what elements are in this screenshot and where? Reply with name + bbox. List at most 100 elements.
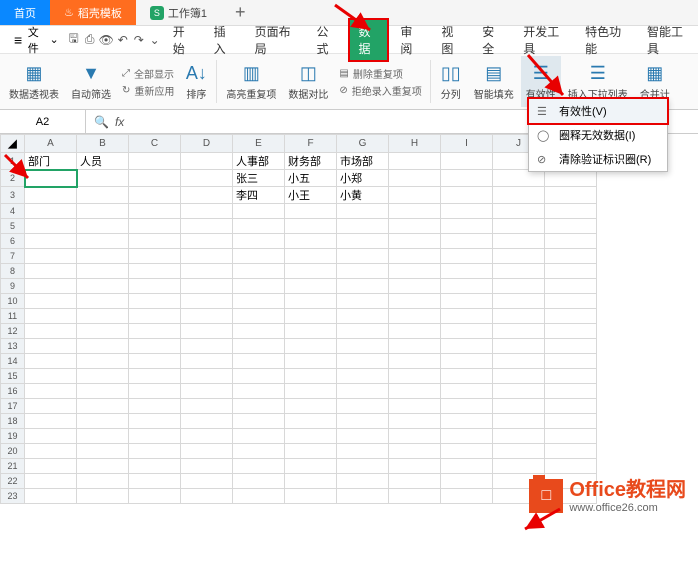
row-header[interactable]: 7 [1, 249, 25, 264]
cell[interactable] [285, 489, 337, 504]
cell[interactable] [285, 414, 337, 429]
cell[interactable] [181, 249, 233, 264]
cell[interactable] [129, 339, 181, 354]
cell[interactable] [129, 170, 181, 187]
cell[interactable] [129, 309, 181, 324]
menu-special[interactable]: 特色功能 [576, 19, 636, 61]
cell[interactable] [441, 384, 493, 399]
cell[interactable] [25, 414, 77, 429]
cell[interactable] [129, 354, 181, 369]
cell[interactable] [25, 294, 77, 309]
cell[interactable]: 小五 [285, 170, 337, 187]
row-header[interactable]: 18 [1, 414, 25, 429]
cell[interactable] [441, 369, 493, 384]
cell[interactable] [441, 279, 493, 294]
cell[interactable] [389, 339, 441, 354]
menu-start[interactable]: 开始 [164, 19, 203, 61]
cell[interactable] [441, 294, 493, 309]
cell[interactable] [129, 324, 181, 339]
cell[interactable] [441, 339, 493, 354]
preview-icon[interactable]: 👁 [99, 33, 114, 47]
cell[interactable] [233, 279, 285, 294]
cell[interactable] [337, 294, 389, 309]
menu-smart[interactable]: 智能工具 [638, 19, 698, 61]
menu-review[interactable]: 审阅 [391, 19, 430, 61]
cell[interactable] [337, 459, 389, 474]
col-header[interactable]: F [285, 135, 337, 153]
row-header[interactable]: 20 [1, 444, 25, 459]
cell[interactable] [493, 170, 545, 187]
fx-label[interactable]: fx [115, 115, 124, 129]
row-header[interactable]: 5 [1, 219, 25, 234]
cell[interactable] [181, 153, 233, 170]
cell[interactable] [545, 369, 597, 384]
cell[interactable] [77, 234, 129, 249]
cell[interactable] [545, 187, 597, 204]
row-header[interactable]: 8 [1, 264, 25, 279]
cell[interactable] [181, 429, 233, 444]
cell[interactable]: 李四 [233, 187, 285, 204]
cell[interactable] [441, 474, 493, 489]
cell[interactable] [441, 399, 493, 414]
cell[interactable] [233, 234, 285, 249]
cell[interactable] [233, 384, 285, 399]
qat-dropdown-icon[interactable]: ⌄ [148, 33, 162, 47]
cell[interactable] [25, 234, 77, 249]
cell[interactable] [285, 354, 337, 369]
cell[interactable] [493, 444, 545, 459]
cell[interactable] [181, 459, 233, 474]
cell[interactable] [545, 204, 597, 219]
cell[interactable] [441, 170, 493, 187]
cell[interactable] [77, 459, 129, 474]
cell[interactable] [181, 234, 233, 249]
cell[interactable] [25, 339, 77, 354]
cell[interactable] [233, 294, 285, 309]
ribbon-smart-fill[interactable]: ▤ 智能填充 [469, 56, 519, 107]
ribbon-reapply[interactable]: ↻重新应用 [118, 82, 178, 99]
cell[interactable] [337, 309, 389, 324]
cell[interactable] [233, 264, 285, 279]
ribbon-sort[interactable]: A↓ 排序 [180, 56, 212, 107]
cell[interactable] [181, 369, 233, 384]
cell[interactable] [285, 459, 337, 474]
row-header[interactable]: 19 [1, 429, 25, 444]
cell[interactable] [77, 474, 129, 489]
cell[interactable] [77, 170, 129, 187]
cell[interactable] [493, 249, 545, 264]
cell[interactable] [129, 204, 181, 219]
cell[interactable] [441, 264, 493, 279]
cell[interactable] [337, 219, 389, 234]
cell[interactable] [233, 204, 285, 219]
cell[interactable] [389, 414, 441, 429]
cell[interactable] [285, 369, 337, 384]
cell[interactable] [389, 264, 441, 279]
cell[interactable] [493, 219, 545, 234]
cell[interactable]: 小王 [285, 187, 337, 204]
cell[interactable] [77, 309, 129, 324]
cell[interactable] [441, 354, 493, 369]
cell[interactable] [77, 339, 129, 354]
col-header[interactable]: B [77, 135, 129, 153]
ribbon-text-to-col[interactable]: ▯▯ 分列 [435, 56, 467, 107]
cell[interactable] [77, 354, 129, 369]
cell[interactable] [389, 187, 441, 204]
cell[interactable] [337, 204, 389, 219]
cell[interactable]: 人事部 [233, 153, 285, 170]
cell[interactable] [337, 264, 389, 279]
cell[interactable] [493, 264, 545, 279]
cell[interactable] [545, 219, 597, 234]
cell[interactable] [337, 339, 389, 354]
col-header[interactable]: D [181, 135, 233, 153]
ribbon-autofilter[interactable]: ▼ 自动筛选 [66, 56, 116, 107]
cell[interactable] [181, 219, 233, 234]
cell[interactable] [337, 444, 389, 459]
cell[interactable] [25, 474, 77, 489]
cell[interactable] [181, 384, 233, 399]
cell[interactable] [441, 309, 493, 324]
row-header[interactable]: 14 [1, 354, 25, 369]
cell[interactable] [181, 474, 233, 489]
ribbon-show-all[interactable]: ⤢全部显示 [118, 65, 178, 82]
row-header[interactable]: 22 [1, 474, 25, 489]
cell[interactable] [389, 474, 441, 489]
cell[interactable] [389, 399, 441, 414]
